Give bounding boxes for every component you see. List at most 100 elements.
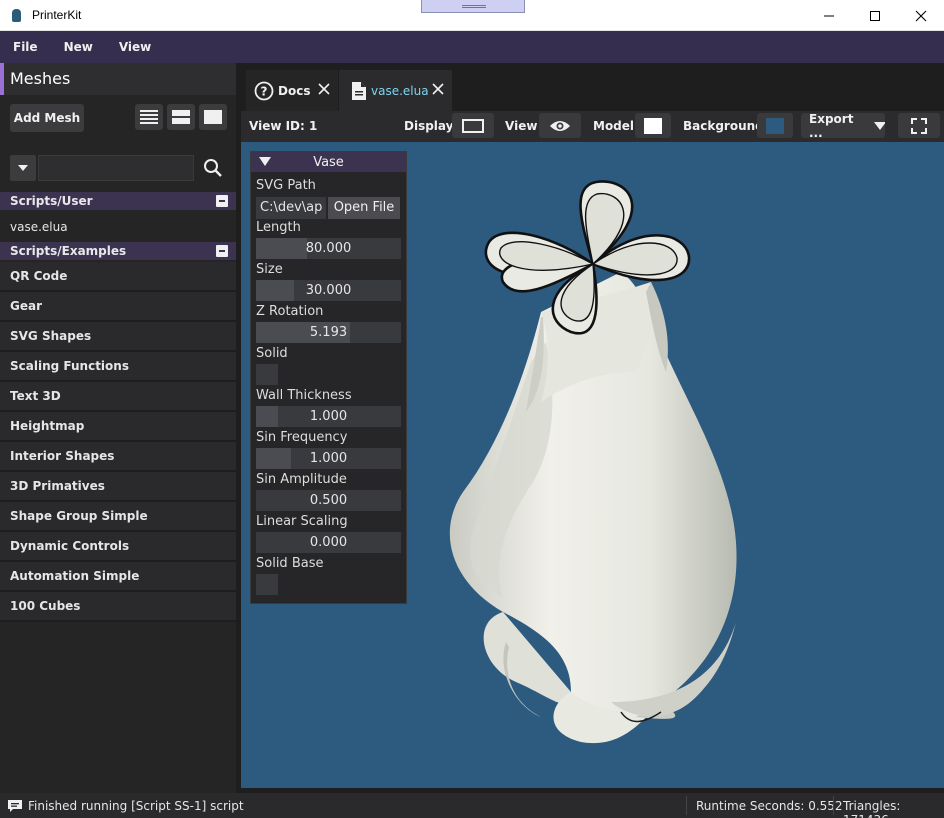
list-item[interactable]: Interior Shapes — [0, 442, 236, 472]
maximize-icon — [870, 10, 880, 21]
size-label: Size — [256, 262, 283, 277]
wall-thickness-value: 1.000 — [309, 409, 348, 424]
z-rotation-slider[interactable]: 5.193 — [256, 322, 401, 343]
single-view-icon — [204, 110, 222, 124]
list-item[interactable]: vase.elua — [0, 212, 236, 242]
parameter-panel-header[interactable]: Vase — [251, 152, 406, 172]
svg-path-field[interactable]: C:\dev\ap — [256, 197, 326, 219]
runtime-seconds: Runtime Seconds: 0.552 — [696, 799, 843, 813]
list-item[interactable]: Shape Group Simple — [0, 502, 236, 532]
model-color-swatch — [644, 117, 662, 134]
meshes-panel: Meshes Add Mesh Scripts/User vase.elua S… — [0, 63, 236, 793]
background-label: Background — [683, 119, 764, 133]
file-icon — [352, 81, 366, 100]
group-label: Scripts/Examples — [10, 244, 127, 258]
minimize-button[interactable] — [806, 0, 852, 31]
view-button[interactable] — [539, 113, 581, 138]
open-file-button[interactable]: Open File — [328, 197, 400, 219]
collapse-icon[interactable] — [216, 195, 228, 207]
single-view-button[interactable] — [199, 104, 227, 130]
triangle-count: Triangles: 171436 — [843, 799, 901, 818]
split-view-button[interactable] — [167, 104, 195, 130]
model-label: Model — [593, 119, 635, 133]
solid-base-label: Solid Base — [256, 556, 324, 571]
add-mesh-button[interactable]: Add Mesh — [10, 104, 84, 132]
svg-text:?: ? — [261, 84, 268, 98]
menu-view[interactable]: View — [119, 40, 151, 54]
export-label: Export ... — [809, 111, 854, 140]
sin-frequency-slider[interactable]: 1.000 — [256, 448, 401, 469]
title-bar: PrinterKit — [0, 0, 944, 31]
filter-row — [0, 153, 236, 183]
sin-amplitude-value: 0.500 — [309, 493, 348, 508]
close-button[interactable] — [898, 0, 944, 31]
close-icon[interactable] — [432, 83, 444, 95]
drag-handle[interactable] — [421, 0, 525, 13]
svg-path-label: SVG Path — [256, 178, 316, 193]
search-button[interactable] — [199, 155, 227, 181]
minimize-icon — [824, 15, 834, 16]
panel-title: Meshes — [10, 69, 71, 88]
filter-dropdown[interactable] — [10, 155, 36, 181]
mesh-list: Scripts/User vase.elua Scripts/Examples … — [0, 192, 236, 622]
list-item[interactable]: Scaling Functions — [0, 352, 236, 382]
tab-docs[interactable]: ? Docs — [246, 70, 338, 111]
parameter-panel-title: Vase — [313, 154, 344, 170]
list-item[interactable]: QR Code — [0, 262, 236, 292]
chevron-down-icon — [873, 121, 885, 130]
collapse-icon[interactable] — [216, 245, 228, 257]
list-item[interactable]: Text 3D — [0, 382, 236, 412]
size-slider-fill — [256, 280, 294, 301]
tab-vase[interactable]: vase.elua — [339, 70, 452, 111]
close-icon[interactable] — [318, 83, 330, 95]
size-slider[interactable]: 30.000 — [256, 280, 401, 301]
length-value: 80.000 — [305, 241, 352, 256]
wall-thickness-slider[interactable]: 1.000 — [256, 406, 401, 427]
collapse-triangle-icon[interactable] — [259, 157, 271, 166]
view-id: View ID: 1 — [249, 119, 318, 133]
solid-checkbox[interactable] — [256, 364, 278, 385]
list-view-button[interactable] — [135, 104, 163, 130]
tab-bar: ? Docs vase.elua — [236, 63, 944, 111]
solid-label: Solid — [256, 346, 288, 361]
message-icon — [8, 800, 22, 812]
fullscreen-button[interactable] — [898, 113, 940, 138]
background-color-button[interactable] — [757, 113, 793, 138]
solid-base-checkbox[interactable] — [256, 574, 278, 595]
display-frame-icon — [462, 118, 484, 133]
list-item[interactable]: SVG Shapes — [0, 322, 236, 352]
length-slider[interactable]: 80.000 — [256, 238, 401, 259]
search-input[interactable] — [38, 155, 194, 181]
linear-scaling-field[interactable]: 0.000 — [256, 532, 401, 553]
menu-new[interactable]: New — [64, 40, 93, 54]
menu-file[interactable]: File — [13, 40, 38, 54]
meshes-header: Meshes — [0, 63, 236, 95]
list-item[interactable]: Gear — [0, 292, 236, 322]
display-button[interactable] — [452, 113, 494, 138]
close-icon — [915, 10, 927, 21]
view-label: View — [505, 119, 538, 133]
wall-thickness-slider-fill — [256, 406, 278, 427]
model-color-button[interactable] — [635, 113, 671, 138]
status-bar: Finished running [Script SS-1] script Ru… — [0, 793, 944, 818]
list-item[interactable]: 100 Cubes — [0, 592, 236, 622]
export-dropdown[interactable]: Export ... — [801, 111, 885, 140]
app-icon — [12, 9, 21, 22]
sin-amplitude-field[interactable]: 0.500 — [256, 490, 401, 511]
maximize-button[interactable] — [852, 0, 898, 31]
list-item[interactable]: 3D Primatives — [0, 472, 236, 502]
status-message: Finished running [Script SS-1] script — [28, 799, 244, 813]
z-rotation-label: Z Rotation — [256, 304, 324, 319]
wall-thickness-label: Wall Thickness — [256, 388, 352, 403]
group-scripts-user[interactable]: Scripts/User — [0, 192, 236, 210]
list-item[interactable]: Heightmap — [0, 412, 236, 442]
list-item[interactable]: Dynamic Controls — [0, 532, 236, 562]
group-scripts-examples[interactable]: Scripts/Examples — [0, 242, 236, 260]
list-item[interactable]: Automation Simple — [0, 562, 236, 592]
linear-scaling-label: Linear Scaling — [256, 514, 348, 529]
viewport-toolbar: View ID: 1 Display View Model Background… — [241, 111, 944, 142]
display-label: Display — [404, 119, 454, 133]
eye-icon — [550, 120, 570, 131]
group-label: Scripts/User — [10, 194, 93, 208]
length-label: Length — [256, 220, 301, 235]
